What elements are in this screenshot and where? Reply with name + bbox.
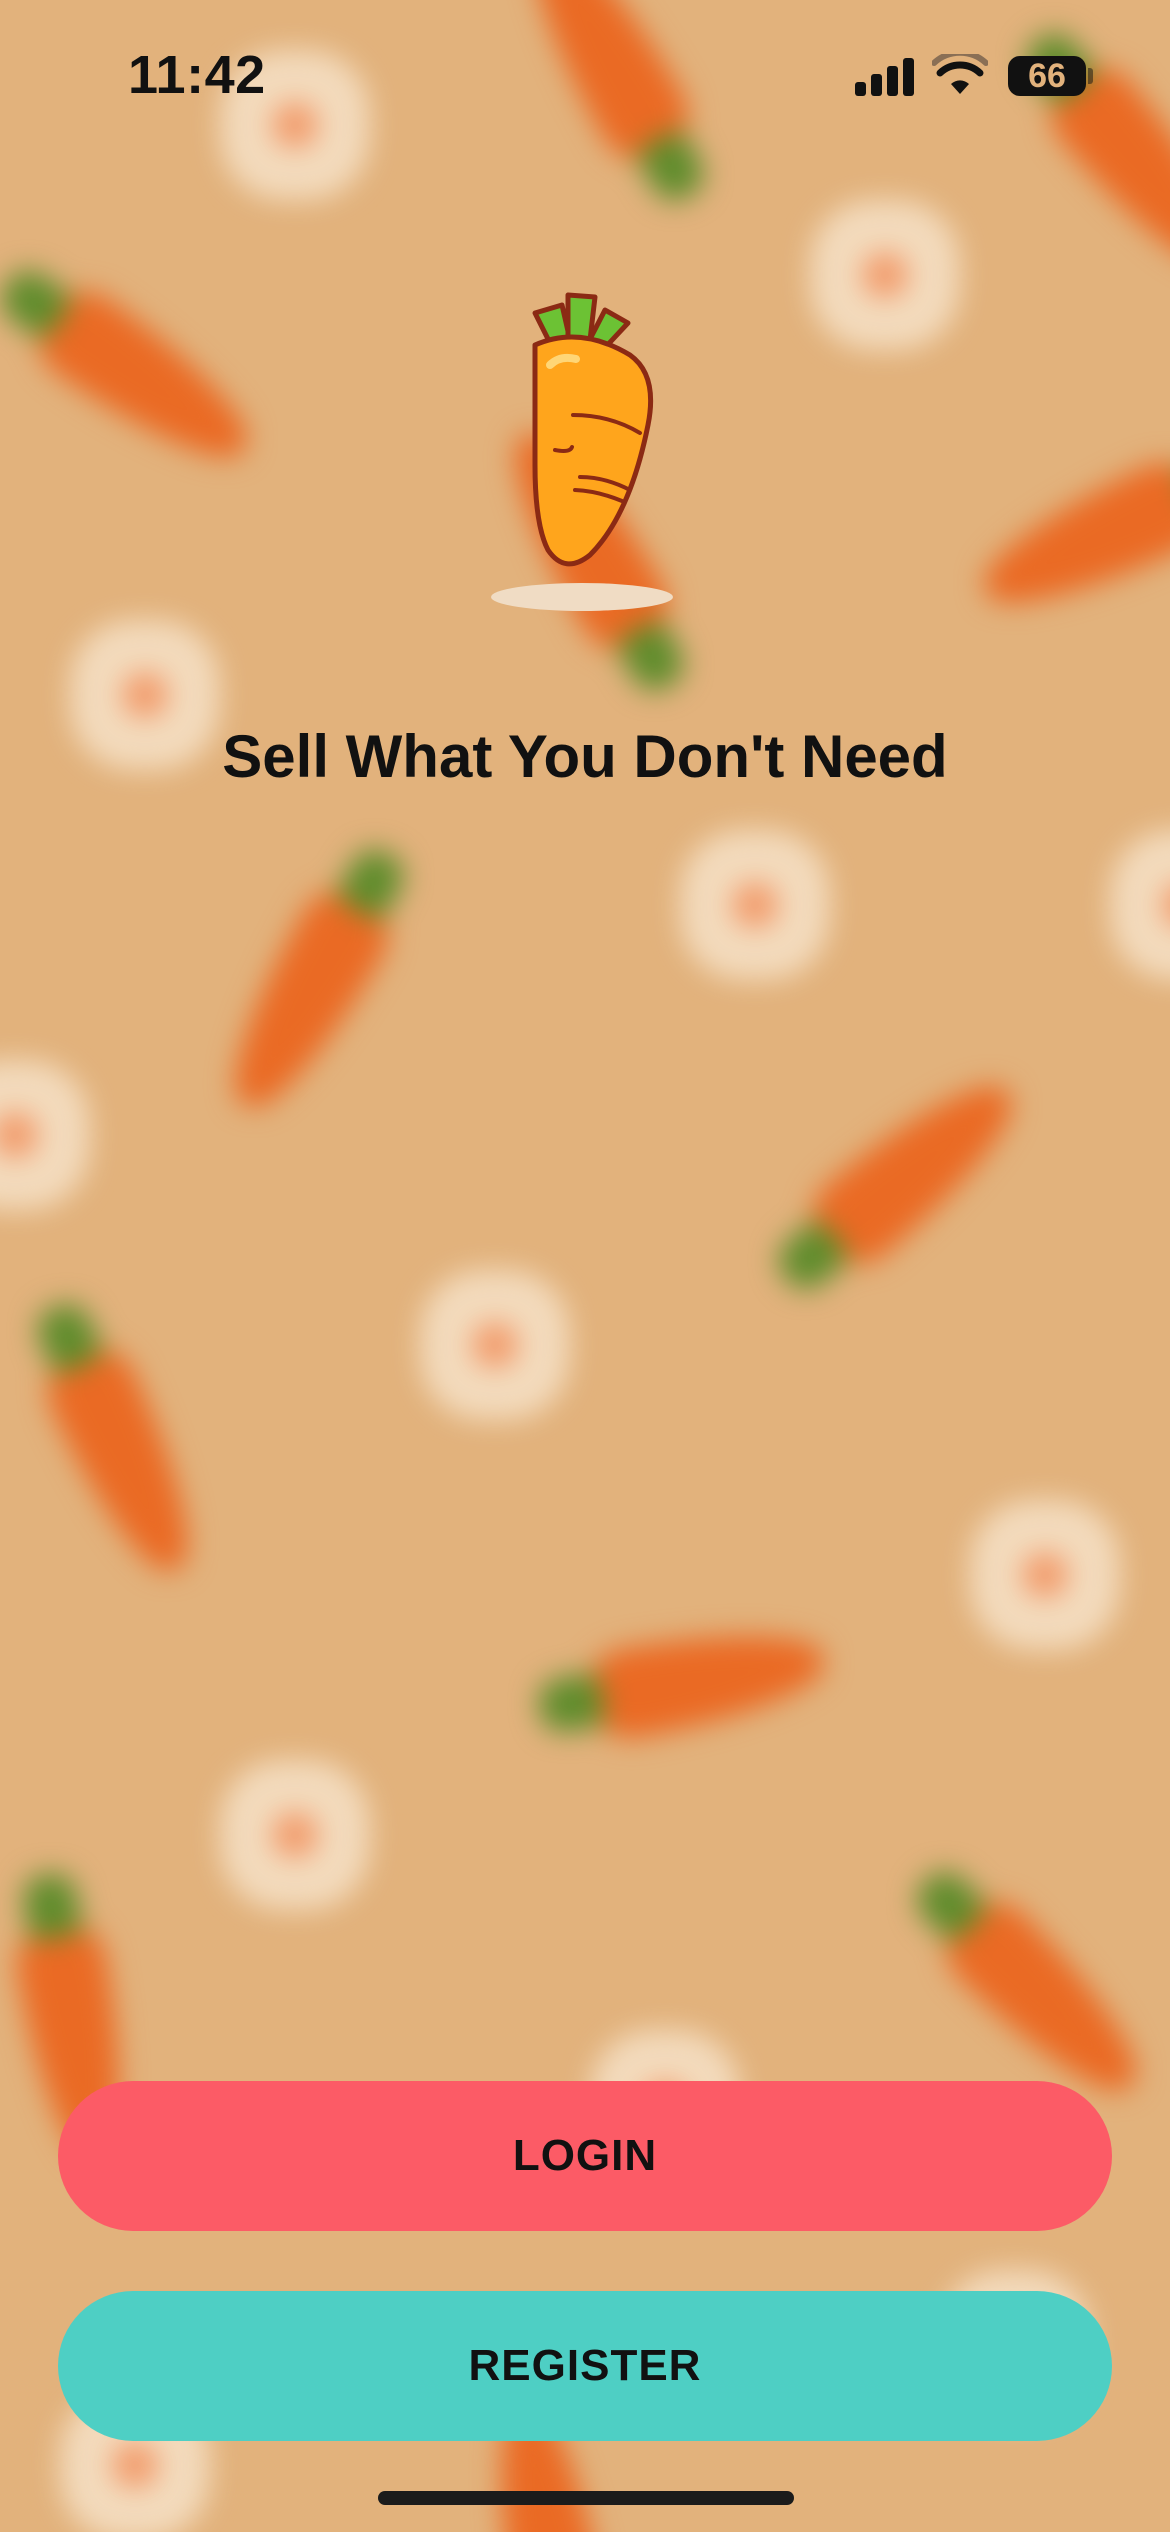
wifi-icon xyxy=(932,54,988,94)
status-bar: 11:42 66 xyxy=(0,0,1170,150)
login-button[interactable]: LOGIN xyxy=(58,2081,1112,2231)
home-indicator[interactable] xyxy=(378,2491,794,2505)
battery-cap xyxy=(1088,68,1093,84)
battery-level: 66 xyxy=(1028,57,1066,95)
register-button[interactable]: REGISTER xyxy=(58,2291,1112,2441)
status-time: 11:42 xyxy=(128,45,266,105)
welcome-screen: 11:42 66 Sell What You Don't Need LOGIN … xyxy=(0,0,1170,2532)
battery-icon: 66 xyxy=(1008,56,1086,96)
cellular-signal-icon xyxy=(855,56,915,96)
tagline: Sell What You Don't Need xyxy=(222,723,948,790)
carrot-icon xyxy=(491,292,673,611)
